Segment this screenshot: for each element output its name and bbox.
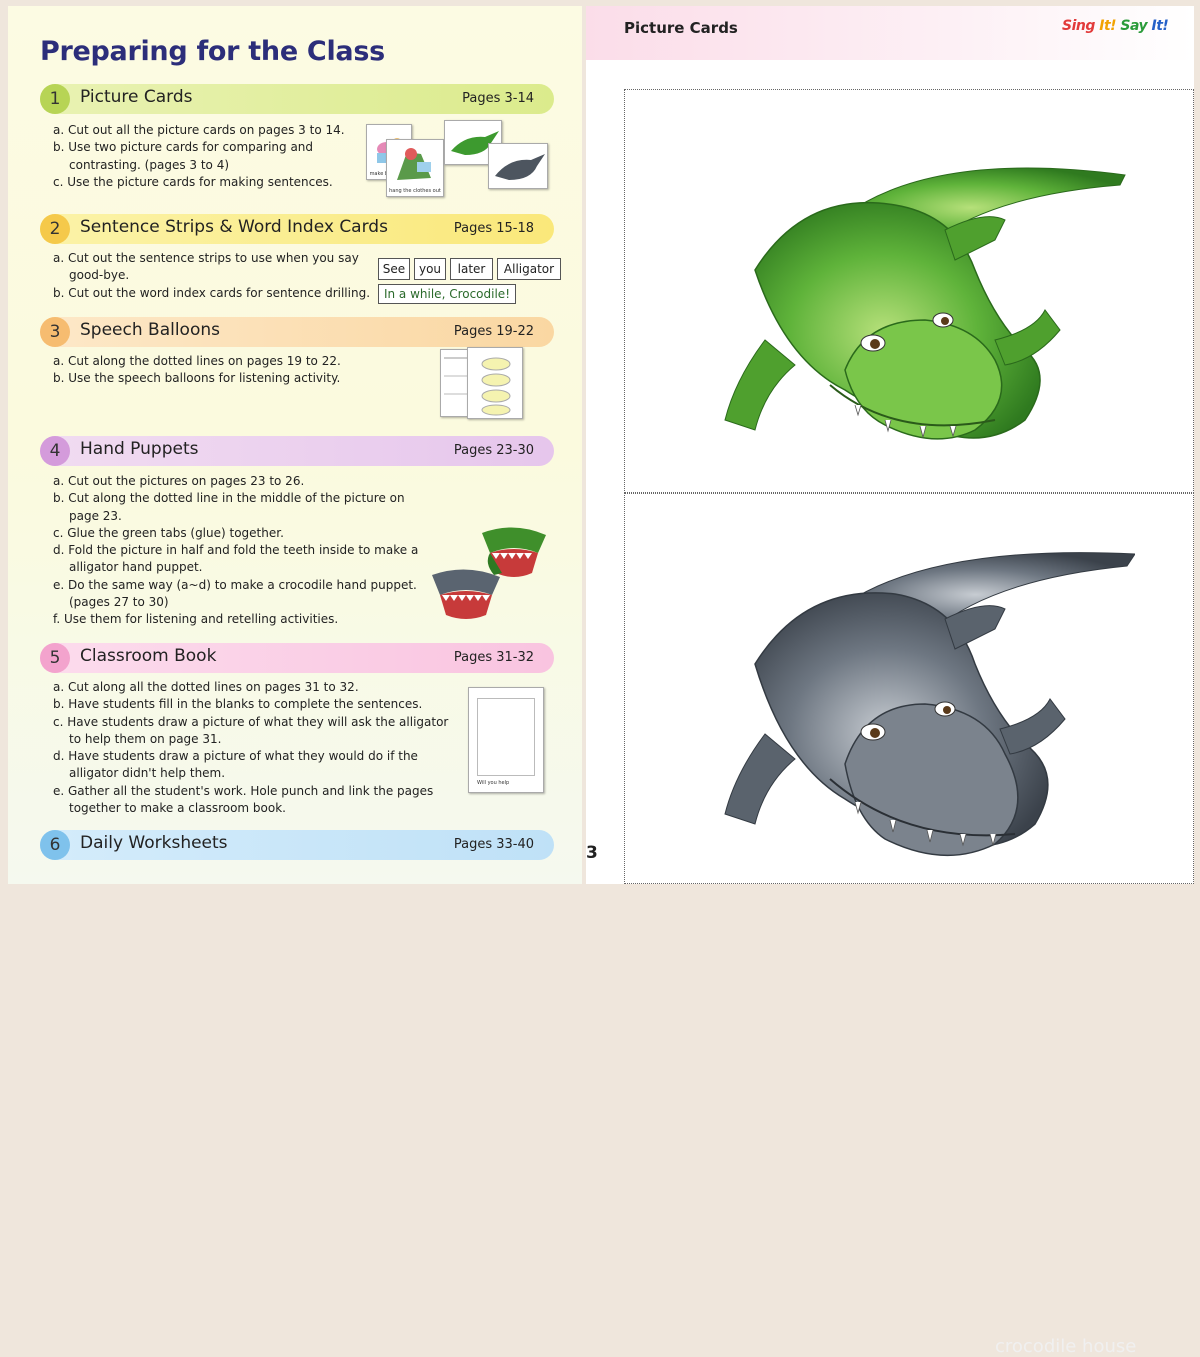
section-4-header: 4 Hand Puppets Pages 23-30 xyxy=(40,436,554,466)
section-pages: Pages 33-40 xyxy=(453,837,534,852)
picture-card-thumbnail: hang the clothes out xyxy=(386,139,444,197)
book-caption: Will you help xyxy=(477,780,510,786)
left-page: Preparing for the Class 1 Picture Cards … xyxy=(8,6,582,884)
list-item: b. Have students fill in the blanks to c… xyxy=(53,697,423,712)
section-3-header: 3 Speech Balloons Pages 19-22 xyxy=(40,317,554,347)
list-item: a. Cut along the dotted lines on pages 1… xyxy=(53,354,341,368)
section-3-items: a. Cut along the dotted lines on pages 1… xyxy=(53,353,433,388)
list-item: d. Fold the picture in half and fold the… xyxy=(53,543,419,575)
alligator-picture-card xyxy=(624,89,1194,493)
speech-balloon-thumbnail xyxy=(467,347,523,419)
list-item: f. Use them for listening and retelling … xyxy=(53,612,339,627)
section-number: 6 xyxy=(40,830,70,860)
section-title: Sentence Strips & Word Index Cards xyxy=(80,217,388,237)
list-item: b. Cut along the dotted line in the midd… xyxy=(53,491,405,523)
list-item: b. Use the speech balloons for listening… xyxy=(53,371,341,386)
section-1-header: 1 Picture Cards Pages 3-14 xyxy=(40,84,554,114)
section-pages: Pages 23-30 xyxy=(453,443,534,458)
list-item: c. Use the picture cards for making sent… xyxy=(53,174,333,189)
section-title: Daily Worksheets xyxy=(80,833,228,853)
list-item: e. Do the same way (a~d) to make a croco… xyxy=(53,577,417,610)
alligator-illustration xyxy=(724,167,1126,440)
card-caption: hang the clothes out xyxy=(389,188,441,194)
list-item: c. Have students draw a picture of what … xyxy=(53,714,449,746)
section-pages: Pages 19-22 xyxy=(453,324,534,339)
section-title: Classroom Book xyxy=(80,646,217,666)
section-number: 3 xyxy=(40,317,70,347)
section-5-items: a. Cut along all the dotted lines on pag… xyxy=(53,679,463,817)
list-item: c. Glue the green tabs (glue) together. xyxy=(53,525,284,540)
word-card: Alligator xyxy=(497,258,561,280)
list-item: b. Use two picture cards for comparing a… xyxy=(53,140,314,172)
list-item: e. Gather all the student's work. Hole p… xyxy=(53,783,434,816)
crocodile-picture-card: crocodile house xyxy=(624,493,1194,1357)
right-page: Picture Cards Sing It! Say It! crocodile… xyxy=(586,6,1194,1357)
list-item: a. Cut out the sentence strips to use wh… xyxy=(53,251,359,283)
crocodile-puppet-image xyxy=(432,569,500,619)
classroom-book-thumbnail: Will you help xyxy=(468,687,544,793)
sentence-strip: In a while, Crocodile! xyxy=(378,284,516,304)
word-card: later xyxy=(450,258,493,280)
section-title: Hand Puppets xyxy=(80,439,199,459)
section-4-items: a. Cut out the pictures on pages 23 to 2… xyxy=(53,473,423,629)
section-title: Speech Balloons xyxy=(80,320,220,340)
word-card: See xyxy=(378,258,410,280)
section-1-items: a. Cut out all the picture cards on page… xyxy=(53,122,373,191)
page-number: 3 xyxy=(586,843,598,863)
section-title: Picture Cards xyxy=(80,87,193,107)
header-label: Picture Cards xyxy=(624,19,738,37)
section-5-header: 5 Classroom Book Pages 31-32 xyxy=(40,643,554,673)
section-pages: Pages 31-32 xyxy=(453,650,534,665)
section-number: 2 xyxy=(40,214,70,244)
section-number: 1 xyxy=(40,84,70,114)
section-6-header: 6 Daily Worksheets Pages 33-40 xyxy=(40,830,554,860)
section-pages: Pages 15-18 xyxy=(453,221,534,236)
picture-card-thumbnail xyxy=(488,143,548,189)
list-item: a. Cut out the pictures on pages 23 to 2… xyxy=(53,474,305,488)
section-2-header: 2 Sentence Strips & Word Index Cards Pag… xyxy=(40,214,554,244)
ghost-footer-text: crocodile house xyxy=(995,1336,1137,1357)
sing-it-say-it-logo: Sing It! Say It! xyxy=(1062,18,1169,34)
list-item: a. Cut along all the dotted lines on pag… xyxy=(53,680,359,694)
word-card: you xyxy=(414,258,446,280)
page-header: Picture Cards Sing It! Say It! xyxy=(586,6,1194,60)
list-item: a. Cut out all the picture cards on page… xyxy=(53,123,345,137)
list-item: d. Have students draw a picture of what … xyxy=(53,749,418,781)
page-title: Preparing for the Class xyxy=(40,36,385,67)
section-2-items: a. Cut out the sentence strips to use wh… xyxy=(53,250,383,302)
section-number: 4 xyxy=(40,436,70,466)
list-item: b. Cut out the word index cards for sent… xyxy=(53,285,371,300)
section-pages: Pages 3-14 xyxy=(462,91,534,106)
section-number: 5 xyxy=(40,643,70,673)
crocodile-illustration xyxy=(724,552,1135,857)
